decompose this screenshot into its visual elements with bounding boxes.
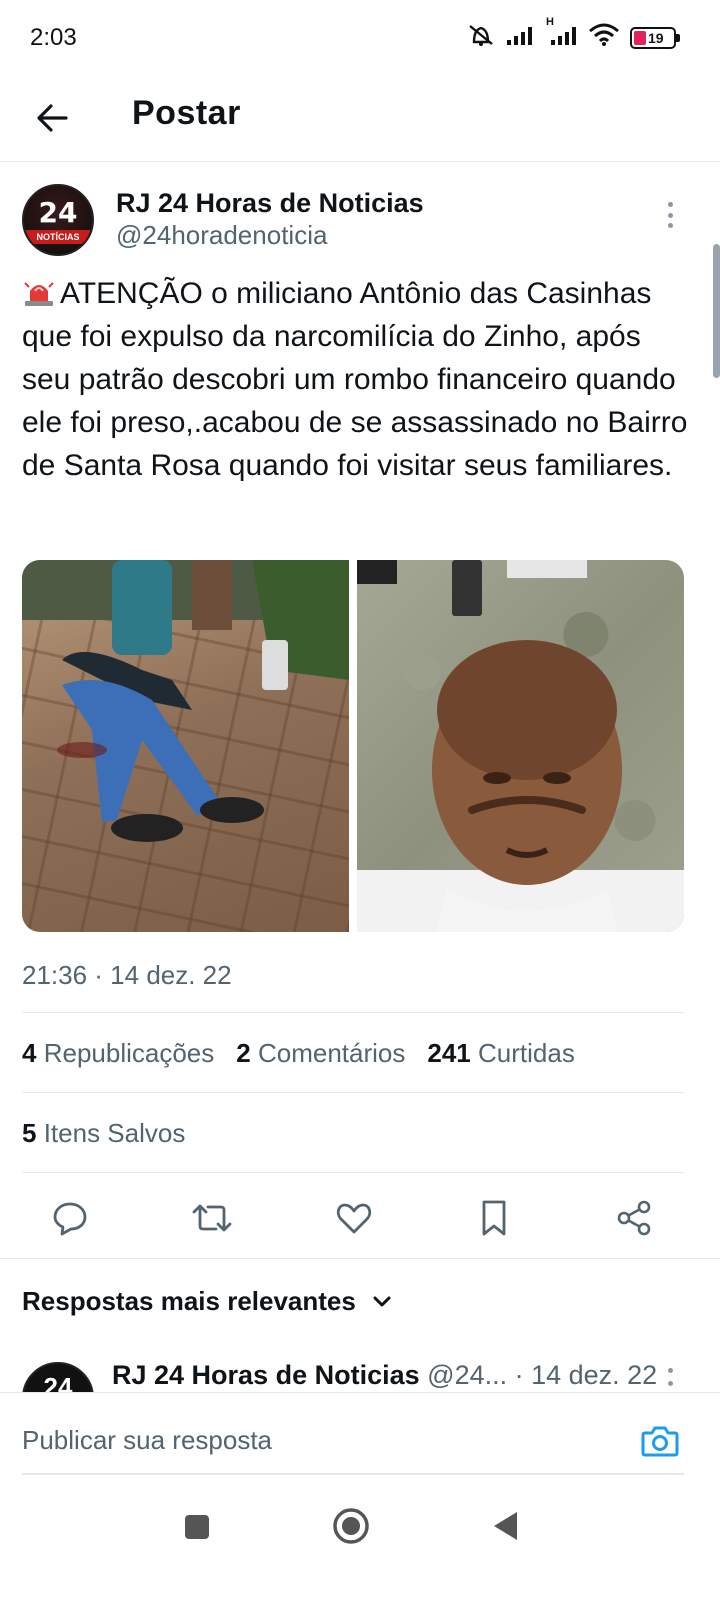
- saved-label: Itens Salvos: [43, 1118, 186, 1148]
- avatar-logo-bar: NOTÍCIAS: [24, 230, 92, 244]
- post-image-1[interactable]: [22, 560, 349, 932]
- more-dot-icon: [667, 223, 673, 228]
- author-name[interactable]: RJ 24 Horas de Noticias: [116, 188, 424, 219]
- reposts-label: Republicações: [43, 1038, 215, 1068]
- section-divider: [0, 1258, 720, 1259]
- divider: [22, 1012, 684, 1013]
- reply-header: RJ 24 Horas de Noticias @24... · 14 dez.…: [112, 1360, 657, 1391]
- back-button[interactable]: [30, 96, 74, 140]
- divider: [22, 1092, 684, 1093]
- more-dot-icon: [667, 202, 673, 207]
- header: Postar: [0, 76, 720, 162]
- comments-label: Comentários: [257, 1038, 406, 1068]
- reply-more-button[interactable]: [660, 1368, 680, 1392]
- reply-avatar[interactable]: 24: [22, 1362, 94, 1392]
- replies-sort-label: Respostas mais relevantes: [22, 1286, 356, 1316]
- battery-level: [634, 30, 646, 45]
- post-image-2[interactable]: [357, 560, 684, 932]
- scene-illustration-2: [357, 560, 684, 932]
- reply-input[interactable]: Publicar sua resposta: [22, 1425, 272, 1456]
- wifi-icon: [588, 23, 620, 52]
- back-nav-button[interactable]: [488, 1508, 522, 1544]
- avatar[interactable]: 24 NOTÍCIAS: [22, 184, 94, 256]
- home-circle-icon: [333, 1508, 369, 1544]
- share-button[interactable]: [612, 1196, 656, 1240]
- heart-icon: [336, 1203, 372, 1234]
- saved-count: 5: [22, 1118, 37, 1148]
- more-options-button[interactable]: [660, 200, 680, 230]
- like-button[interactable]: [332, 1196, 376, 1240]
- mute-icon: [466, 22, 496, 53]
- signal-icon: [506, 24, 536, 51]
- post-timestamp: 21:36 · 14 dez. 22: [22, 960, 232, 990]
- status-time: 2:03: [30, 24, 77, 51]
- media-grid: [22, 560, 684, 932]
- post-body: ATENÇÃO o miliciano Antônio das Casinhas…: [22, 277, 688, 482]
- reply-meta: @24... · 14 dez. 22: [427, 1360, 658, 1390]
- status-bar: 2:03 H 19: [0, 0, 720, 76]
- post-text: ATENÇÃO o miliciano Antônio das Casinhas…: [22, 272, 692, 487]
- rotating-light-icon: [24, 282, 54, 306]
- comments-count: 2: [236, 1038, 251, 1068]
- scene-illustration-1: [22, 560, 349, 842]
- bookmark-icon: [482, 1200, 506, 1236]
- arrow-left-icon: [37, 104, 68, 132]
- camera-icon: [641, 1426, 679, 1457]
- reply-avatar-logo-text: 24: [43, 1372, 73, 1392]
- likes-count: 241: [427, 1038, 471, 1068]
- signal-h-icon: H: [546, 16, 578, 51]
- reposts-count: 4: [22, 1038, 37, 1068]
- more-dot-icon: [667, 212, 673, 218]
- status-icons: H 19: [466, 16, 680, 53]
- battery-percent: 19: [648, 29, 664, 46]
- saved-stats: 5 Itens Salvos: [22, 1118, 185, 1149]
- comment-icon: [53, 1202, 87, 1236]
- replies-sort-button[interactable]: Respostas mais relevantes: [22, 1286, 392, 1317]
- battery-icon: 19: [630, 26, 680, 49]
- repost-icon: [192, 1204, 232, 1232]
- comments-stat[interactable]: 2 Comentários: [236, 1038, 405, 1069]
- likes-stat[interactable]: 241 Curtidas: [427, 1038, 574, 1069]
- repost-button[interactable]: [190, 1196, 234, 1240]
- composer-underline: [22, 1473, 684, 1475]
- likes-label: Curtidas: [478, 1038, 575, 1068]
- scrollbar[interactable]: [713, 244, 720, 378]
- home-button[interactable]: [331, 1506, 371, 1546]
- triangle-back-icon: [494, 1512, 517, 1540]
- reply-composer: Publicar sua resposta: [0, 1392, 720, 1480]
- reply-button[interactable]: [48, 1196, 92, 1240]
- camera-button[interactable]: [640, 1421, 680, 1461]
- avatar-logo-text: 24: [38, 196, 78, 229]
- reposts-stat[interactable]: 4 Republicações: [22, 1038, 214, 1069]
- more-dot-icon: [667, 1380, 673, 1386]
- divider: [22, 1172, 684, 1173]
- author-handle[interactable]: @24horadenoticia: [116, 220, 327, 251]
- system-nav-bar: [0, 1480, 720, 1600]
- network-type-label: H: [546, 16, 554, 28]
- chevron-down-icon: [373, 1296, 391, 1306]
- recent-apps-button[interactable]: [180, 1510, 214, 1544]
- more-dot-icon: [667, 1368, 673, 1373]
- saved-stat[interactable]: 5 Itens Salvos: [22, 1118, 185, 1149]
- square-icon: [185, 1515, 209, 1539]
- action-bar: [0, 1176, 720, 1258]
- reply-author-name: RJ 24 Horas de Noticias: [112, 1360, 420, 1390]
- bookmark-button[interactable]: [472, 1196, 516, 1240]
- share-icon: [617, 1200, 651, 1236]
- page-title: Postar: [132, 94, 241, 132]
- reply-item[interactable]: 24 RJ 24 Horas de Noticias @24... · 14 d…: [0, 1354, 720, 1392]
- engagement-stats: 4 Republicações 2 Comentários 241 Curtid…: [22, 1038, 575, 1069]
